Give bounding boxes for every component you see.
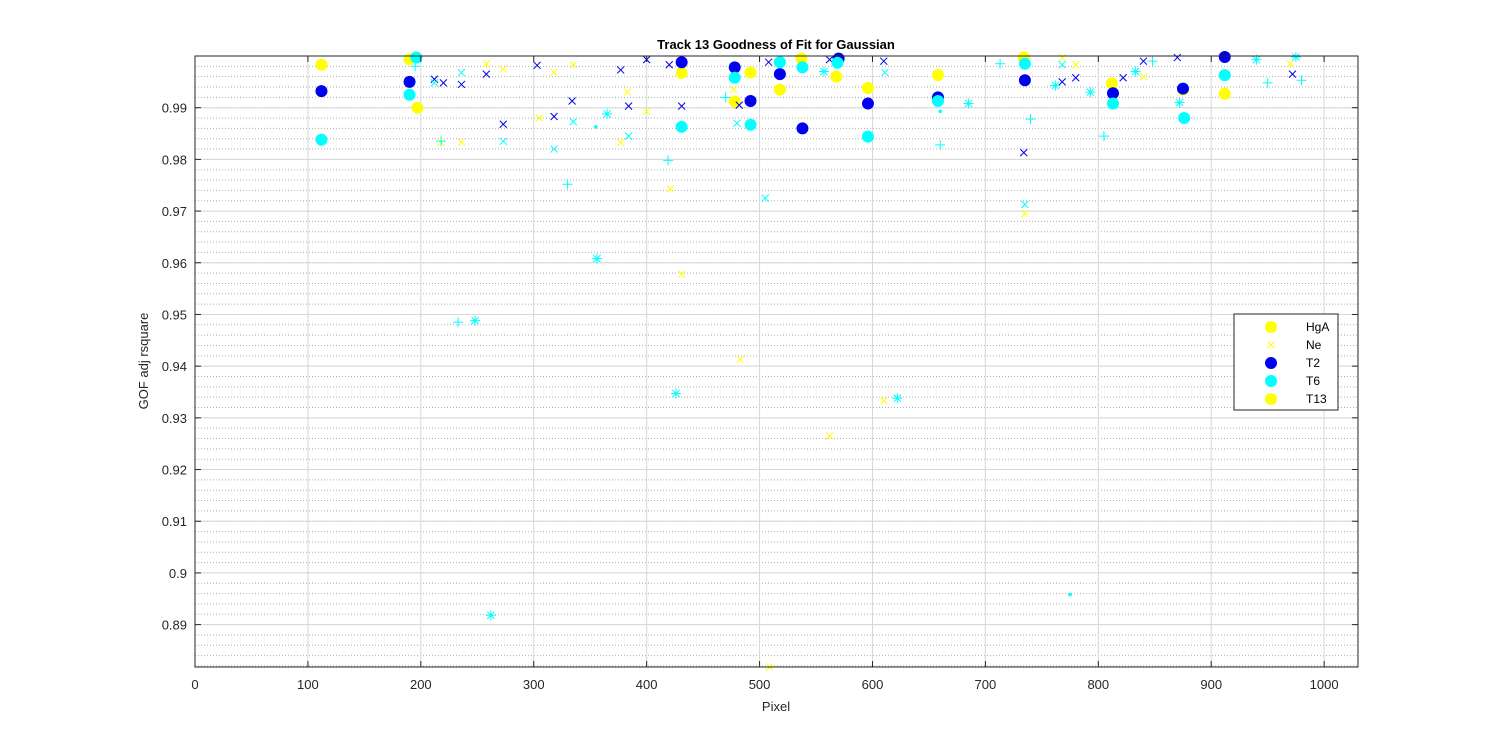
figure: 0 100 200 300 400 500 600 700 800 900 1000 0.89 0.9 0… <box>0 0 1500 750</box>
data-point <box>963 98 974 109</box>
y-tick-label: 0.98 <box>162 152 187 167</box>
y-tick-label: 0.94 <box>162 359 187 374</box>
data-point <box>411 101 424 114</box>
y-tick-label: 0.97 <box>162 204 187 219</box>
x-tick-label: 1000 <box>1310 677 1339 692</box>
data-point <box>1050 80 1061 91</box>
data-point <box>1290 52 1301 63</box>
data-point <box>818 66 829 77</box>
x-tick-label: 0 <box>191 677 198 692</box>
x-axis-label: Pixel <box>762 699 790 714</box>
data-point <box>931 94 944 107</box>
data-point <box>675 67 688 80</box>
plot-area <box>195 56 1358 667</box>
data-point <box>403 75 416 88</box>
data-point <box>1218 51 1231 64</box>
y-tick-label: 0.95 <box>162 307 187 322</box>
legend-marker <box>1265 321 1277 333</box>
data-point <box>1085 87 1096 98</box>
legend-label: Ne <box>1306 338 1322 352</box>
data-point <box>931 69 944 82</box>
x-tick-label: 600 <box>862 677 884 692</box>
data-point <box>315 133 328 146</box>
x-tick-label: 900 <box>1200 677 1222 692</box>
data-point <box>861 97 874 110</box>
data-point <box>1218 69 1231 82</box>
data-point <box>830 70 843 83</box>
x-tick-label: 100 <box>297 677 319 692</box>
x-tick-label: 800 <box>1087 677 1109 692</box>
data-point <box>744 94 757 107</box>
data-point <box>1218 87 1231 100</box>
data-point <box>728 61 741 74</box>
data-point <box>675 120 688 133</box>
data-point <box>470 315 481 326</box>
data-point <box>773 83 786 96</box>
legend: HgA Ne T2 T6 T13 <box>1233 313 1339 411</box>
y-tick-label: 0.92 <box>162 463 187 478</box>
data-point <box>773 68 786 81</box>
data-point <box>1106 87 1119 100</box>
data-point <box>403 88 416 101</box>
data-point <box>1018 74 1031 87</box>
legend-label: T13 <box>1306 392 1327 406</box>
y-axis-label: GOF adj rsquare <box>136 313 151 410</box>
data-point <box>1174 97 1185 108</box>
data-point <box>744 118 757 131</box>
data-point <box>315 85 328 98</box>
y-tick-label: 0.99 <box>162 101 187 116</box>
legend-label: T2 <box>1306 356 1320 370</box>
data-point <box>1176 82 1189 95</box>
scatter-chart: 0 100 200 300 400 500 600 700 800 900 1000 0.89 0.9 0… <box>136 37 1359 714</box>
y-tick-label: 0.9 <box>169 566 187 581</box>
legend-marker <box>1265 357 1277 369</box>
data-point <box>1018 57 1031 70</box>
legend-marker <box>1265 393 1277 405</box>
data-point <box>671 388 682 399</box>
data-point <box>1068 592 1072 597</box>
legend-marker <box>1265 375 1277 387</box>
legend-label: T6 <box>1306 374 1320 388</box>
x-tick-label: 400 <box>636 677 658 692</box>
data-point <box>1178 112 1191 125</box>
x-tick-label: 200 <box>410 677 432 692</box>
data-point <box>831 56 844 69</box>
data-point <box>938 109 943 114</box>
y-tick-label: 0.96 <box>162 256 187 271</box>
y-tick-label: 0.89 <box>162 618 187 633</box>
x-tick-label: 500 <box>749 677 771 692</box>
y-tick-label: 0.91 <box>162 514 187 529</box>
data-point <box>796 122 809 135</box>
data-point <box>315 58 328 71</box>
y-tick-label: 0.93 <box>162 411 187 426</box>
data-point <box>1106 97 1119 110</box>
data-point <box>485 610 496 621</box>
data-point <box>591 253 602 264</box>
x-tick-label: 700 <box>975 677 997 692</box>
data-point <box>892 393 903 404</box>
data-point <box>796 61 809 74</box>
data-point <box>594 125 598 129</box>
chart-title: Track 13 Goodness of Fit for Gaussian <box>657 37 895 52</box>
data-point <box>728 71 741 84</box>
data-point <box>861 82 874 95</box>
legend-label: HgA <box>1306 320 1329 334</box>
data-point <box>1130 66 1141 77</box>
data-point <box>744 66 757 79</box>
data-point <box>861 130 874 143</box>
x-tick-label: 300 <box>523 677 545 692</box>
data-point <box>602 108 613 119</box>
data-point <box>675 56 688 69</box>
